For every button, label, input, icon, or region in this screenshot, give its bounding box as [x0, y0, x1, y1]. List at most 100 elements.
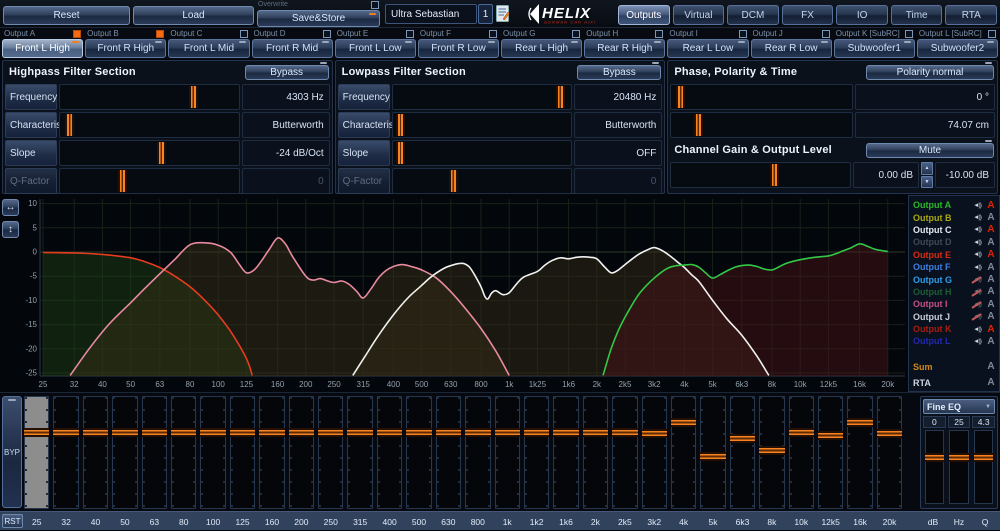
eq-band-handle[interactable] — [730, 434, 755, 443]
speaker-icon[interactable]: ◄)) — [969, 313, 985, 320]
channel-button-front-l-low[interactable]: Front L Low — [335, 39, 416, 58]
output-checkbox[interactable] — [240, 30, 248, 38]
horizontal-zoom-icon[interactable]: ↔ — [2, 199, 19, 216]
legend-row[interactable]: Output D◄))A — [913, 236, 997, 248]
polarity-button[interactable]: Polarity normal — [866, 65, 994, 80]
reset-button[interactable]: Reset — [3, 6, 130, 25]
slider-handle[interactable] — [694, 114, 703, 136]
channel-button-front-r-mid[interactable]: Front R Mid — [252, 39, 333, 58]
slider-handle[interactable] — [396, 114, 405, 136]
tab-virtual[interactable]: Virtual — [673, 5, 725, 25]
legend-row[interactable]: Output E◄))A — [913, 249, 997, 261]
speaker-icon[interactable]: ◄)) — [969, 202, 985, 209]
speaker-icon[interactable]: ◄)) — [969, 288, 985, 295]
tab-fx[interactable]: FX — [782, 5, 834, 25]
output-checkbox[interactable] — [988, 30, 996, 38]
highpass-bypass-button[interactable]: Bypass — [245, 65, 329, 80]
amp-assign-label[interactable]: A — [985, 324, 997, 335]
eq-band-handle[interactable] — [877, 429, 902, 438]
highpass-q-factor-slider[interactable] — [59, 168, 240, 194]
highpass-frequency-slider[interactable] — [59, 84, 240, 110]
amp-assign-label[interactable]: A — [985, 262, 997, 273]
tab-outputs[interactable]: Outputs — [618, 5, 670, 25]
output-checkbox[interactable] — [905, 30, 913, 38]
output-checkbox[interactable] — [655, 30, 663, 38]
spinner-up-icon[interactable]: ▲ — [921, 162, 933, 175]
output-checkbox[interactable] — [406, 30, 414, 38]
mute-button[interactable]: Mute — [866, 143, 994, 158]
eq-band-handle[interactable] — [142, 428, 167, 437]
legend-row[interactable]: Output F◄))A — [913, 261, 997, 273]
eq-band-handle[interactable] — [171, 428, 196, 437]
eq-band-20k[interactable] — [877, 396, 902, 509]
amp-assign-label[interactable]: A — [985, 336, 997, 347]
eq-band-10k[interactable] — [789, 396, 814, 509]
eq-bypass-button[interactable]: BYP — [2, 396, 22, 508]
eq-band-handle[interactable] — [230, 428, 255, 437]
eq-band-handle[interactable] — [200, 428, 225, 437]
channel-button-front-r-low[interactable]: Front R Low — [418, 39, 499, 58]
eq-band-40[interactable] — [83, 396, 108, 509]
response-plot[interactable]: 2532405063801001251602002503154005006308… — [0, 195, 908, 392]
slider-handle[interactable] — [396, 142, 405, 164]
eq-band-25[interactable] — [24, 396, 49, 509]
eq-band-handle[interactable] — [818, 431, 843, 440]
vertical-zoom-icon[interactable]: ↕ — [2, 221, 19, 238]
slider-handle[interactable] — [676, 86, 685, 108]
output-checkbox[interactable] — [739, 30, 747, 38]
spinner-down-icon[interactable]: ▼ — [921, 176, 933, 189]
slider-handle[interactable] — [449, 170, 458, 192]
tab-rta[interactable]: RTA — [945, 5, 997, 25]
output-checkbox[interactable] — [489, 30, 497, 38]
eq-band-16k[interactable] — [847, 396, 872, 509]
speaker-icon[interactable]: ◄)) — [969, 301, 985, 308]
eq-band-1k[interactable] — [495, 396, 520, 509]
eq-band-handle[interactable] — [406, 428, 431, 437]
eq-band-800[interactable] — [465, 396, 490, 509]
amp-assign-label[interactable]: A — [985, 224, 997, 235]
legend-row[interactable]: Output J◄))A — [913, 311, 997, 323]
eq-band-125[interactable] — [230, 396, 255, 509]
eq-band-handle[interactable] — [671, 418, 696, 427]
eq-band-160[interactable] — [259, 396, 284, 509]
delay-slider[interactable] — [670, 112, 853, 138]
speaker-icon[interactable]: ◄)) — [969, 251, 985, 258]
eq-band-8k[interactable] — [759, 396, 784, 509]
speaker-icon[interactable]: ◄)) — [969, 276, 985, 283]
channel-button-front-r-high[interactable]: Front R High — [85, 39, 166, 58]
eq-band-630[interactable] — [436, 396, 461, 509]
lowpass-slope-slider[interactable] — [392, 140, 573, 166]
output-checkbox[interactable] — [323, 30, 331, 38]
eq-band-1k2[interactable] — [524, 396, 549, 509]
eq-band-handle[interactable] — [495, 428, 520, 437]
setup-name-input[interactable]: Ultra Sebastian — [385, 4, 477, 24]
load-button[interactable]: Load — [133, 6, 254, 25]
eq-band-50[interactable] — [112, 396, 137, 509]
highpass-characteristic-slider[interactable] — [59, 112, 240, 138]
eq-band-200[interactable] — [289, 396, 314, 509]
eq-band-handle[interactable] — [612, 428, 637, 437]
tab-io[interactable]: IO — [836, 5, 888, 25]
setup-number-field[interactable]: 1 — [478, 4, 493, 24]
eq-band-handle[interactable] — [642, 429, 667, 438]
slider-handle[interactable] — [974, 453, 993, 462]
lowpass-bypass-button[interactable]: Bypass — [577, 65, 661, 80]
channel-button-rear-l-low[interactable]: Rear L Low — [667, 39, 748, 58]
gain-slider[interactable] — [670, 162, 851, 188]
eq-band-handle[interactable] — [524, 428, 549, 437]
amp-assign-label[interactable]: A — [985, 200, 997, 211]
legend-row[interactable]: Output I◄))A — [913, 298, 997, 310]
channel-button-rear-r-low[interactable]: Rear R Low — [751, 39, 832, 58]
eq-band-handle[interactable] — [377, 428, 402, 437]
fine-eq-dropdown[interactable]: Fine EQ ▼ — [923, 399, 995, 414]
eq-band-handle[interactable] — [259, 428, 284, 437]
amp-assign-label[interactable]: A — [985, 212, 997, 223]
amp-assign-label[interactable]: A — [985, 274, 997, 285]
eq-band-4k[interactable] — [671, 396, 696, 509]
legend-row[interactable]: Output G◄))A — [913, 273, 997, 285]
eq-band-handle[interactable] — [318, 428, 343, 437]
slider-handle[interactable] — [157, 142, 166, 164]
amp-assign-label[interactable]: A — [985, 237, 997, 248]
amp-assign-label[interactable]: A — [985, 286, 997, 297]
legend-row[interactable]: Output L◄))A — [913, 335, 997, 347]
